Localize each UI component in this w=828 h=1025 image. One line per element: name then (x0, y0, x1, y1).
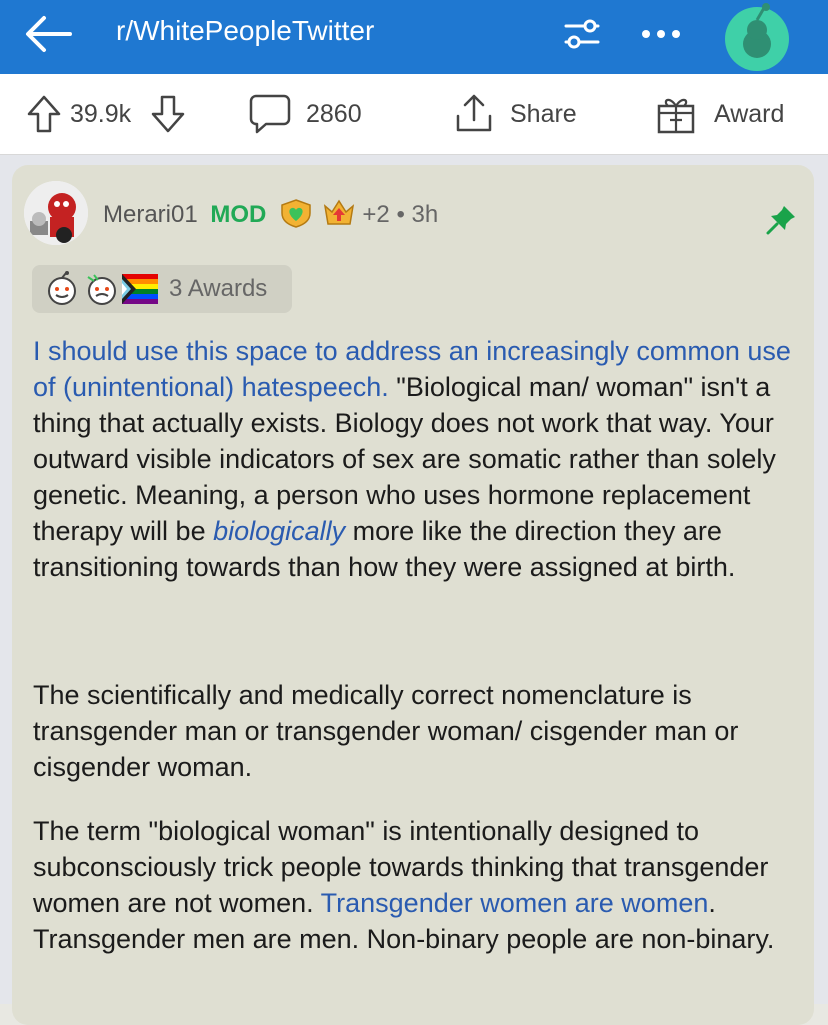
snoo-avatar-icon[interactable] (722, 2, 792, 72)
awards-summary[interactable]: 3 Awards (32, 265, 292, 313)
upvote-count: 39.9k (70, 100, 132, 128)
mod-badge: MOD (210, 201, 267, 228)
upvote-button[interactable] (24, 94, 64, 134)
post-action-bar: 39.9k 2860 Share Award (0, 74, 828, 155)
comment-list: Merari01 MOD +2 • 3h 3 Awards I should u… (0, 155, 828, 1025)
crown-award-icon (323, 199, 354, 225)
comment-paragraph-2: The scientifically and medically correct… (33, 680, 739, 782)
filter-sliders-icon[interactable] (562, 14, 602, 54)
pinned-mod-comment: Merari01 MOD +2 • 3h 3 Awards I should u… (12, 165, 814, 1025)
comment-bubble-icon (249, 94, 291, 134)
comment-paragraph-1: I should use this space to address an in… (33, 333, 803, 585)
trans-women-link[interactable]: Transgender women are women (321, 888, 709, 918)
comment-count: 2860 (306, 100, 362, 128)
share-button[interactable]: Share (452, 92, 592, 136)
downvote-arrow-icon (151, 95, 185, 133)
helpful-snoo-award-icon (87, 274, 116, 305)
biologically-link[interactable]: biologically (213, 516, 345, 546)
username[interactable]: Merari01 (103, 201, 198, 228)
upvote-arrow-icon (27, 95, 61, 133)
back-arrow-icon[interactable] (20, 10, 76, 58)
share-icon (456, 94, 492, 132)
downvote-button[interactable] (148, 94, 188, 134)
comment-meta: Merari01 MOD +2 • 3h (103, 197, 438, 233)
extra-awards-count: +2 (362, 201, 390, 228)
awards-label: 3 Awards (169, 275, 268, 302)
share-label: Share (510, 100, 577, 128)
meta-separator: • (396, 201, 405, 228)
comments-button[interactable]: 2860 (248, 92, 388, 136)
gift-award-icon (657, 98, 695, 134)
more-dots-icon[interactable] (636, 14, 686, 54)
award-button[interactable]: Award (654, 92, 804, 136)
pin-icon (764, 203, 798, 237)
award-label: Award (714, 100, 785, 128)
comment-time: 3h (411, 201, 439, 228)
top-header: r/WhitePeopleTwitter (0, 0, 828, 74)
wholesome-snoo-award-icon (48, 271, 76, 305)
progress-pride-flag-icon (122, 274, 158, 304)
shield-heart-award-icon (281, 199, 311, 228)
comment-paragraph-3: The term "biological woman" is intention… (33, 813, 803, 957)
author-avatar[interactable] (24, 181, 88, 245)
subreddit-title[interactable]: r/WhitePeopleTwitter (116, 14, 374, 48)
